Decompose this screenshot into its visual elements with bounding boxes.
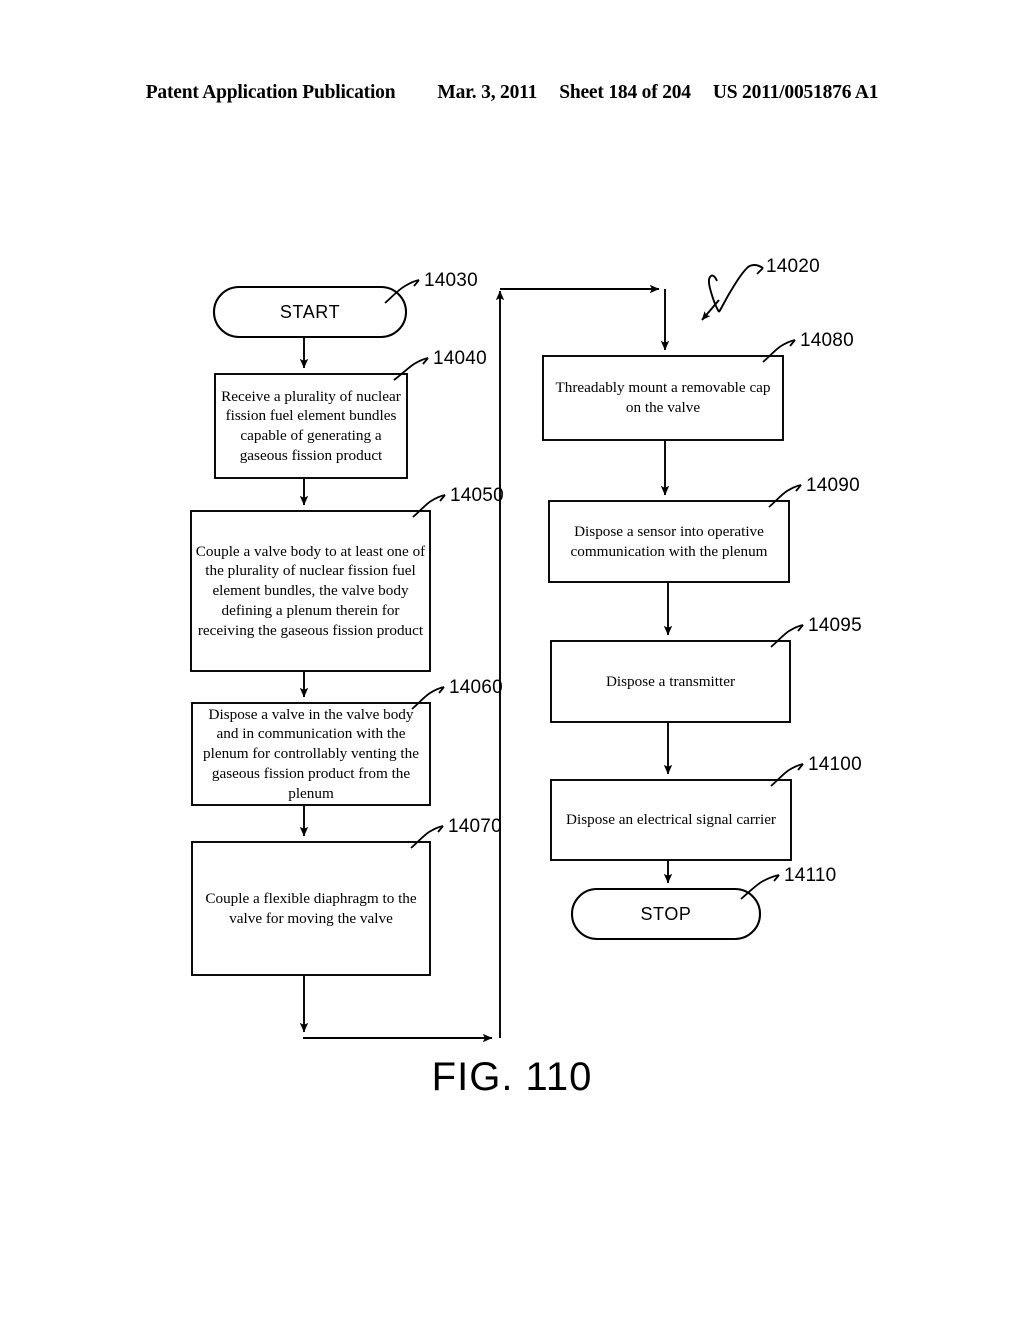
node-dispose-carrier-shape <box>550 779 792 861</box>
flowchart-drawing <box>190 264 804 1043</box>
node-receive-bundles-shape <box>214 373 408 479</box>
leader-14020-arrow-shaft <box>701 299 720 321</box>
leader-14040 <box>393 357 429 381</box>
node-mount-cap-shape <box>542 355 784 441</box>
node-start-shape <box>212 285 408 339</box>
node-dispose-transmitter-shape <box>550 640 791 723</box>
figure-caption: FIG. 110 <box>431 1055 593 1099</box>
patent-figure-page: Patent Application Publication Mar. 3, 2… <box>0 0 1024 1320</box>
node-stop-shape <box>570 887 762 941</box>
node-couple-valve-body-shape <box>190 510 431 672</box>
leader-14020-tick <box>756 267 764 275</box>
leader-14020-curve <box>718 264 764 313</box>
node-couple-diaphragm-shape <box>191 841 431 976</box>
node-dispose-valve-shape <box>191 702 431 806</box>
node-dispose-sensor-shape <box>548 500 790 583</box>
